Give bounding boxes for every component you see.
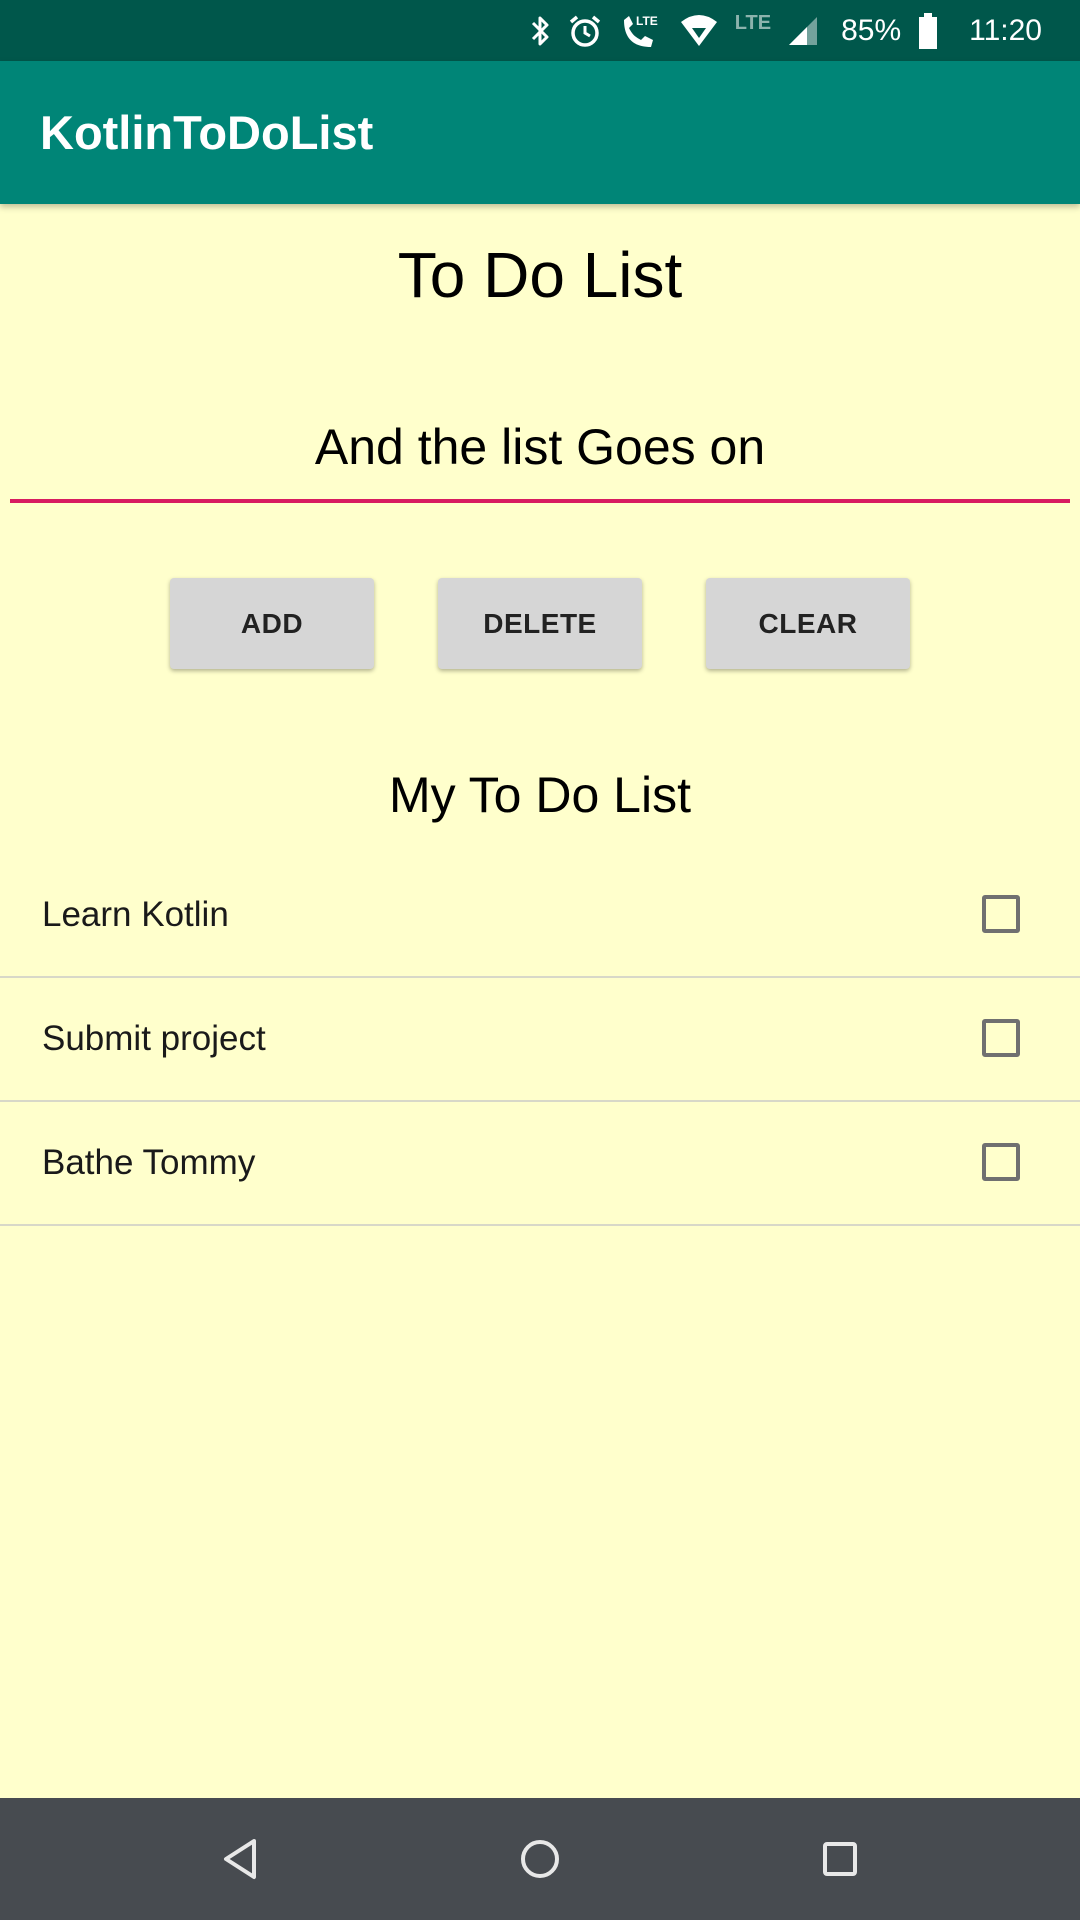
- add-button[interactable]: ADD: [170, 578, 374, 669]
- bluetooth-icon: [529, 11, 551, 51]
- list-item-checkbox[interactable]: [982, 895, 1020, 933]
- page-title: To Do List: [397, 239, 683, 311]
- app-title: KotlinToDoList: [40, 106, 374, 159]
- lte-label: LTE: [734, 12, 772, 34]
- delete-button[interactable]: DELETE: [438, 578, 642, 669]
- todo-list: Learn Kotlin Submit project Bathe Tommy: [0, 854, 1080, 1226]
- list-item-checkbox[interactable]: [982, 1143, 1020, 1181]
- alarm-icon: [567, 11, 603, 51]
- todo-input[interactable]: [10, 395, 1070, 499]
- lte-call-icon: LTE: [619, 11, 663, 51]
- battery-icon: [917, 11, 939, 51]
- back-icon[interactable]: [215, 1834, 265, 1884]
- status-time: 11:20: [969, 13, 1042, 47]
- clear-button[interactable]: CLEAR: [706, 578, 910, 669]
- list-item[interactable]: Learn Kotlin: [0, 854, 1080, 978]
- svg-text:LTE: LTE: [636, 14, 658, 28]
- recents-icon[interactable]: [815, 1834, 865, 1884]
- todo-input-container: [10, 395, 1070, 503]
- battery-percent: 85%: [841, 13, 902, 47]
- app-bar: KotlinToDoList: [0, 61, 1080, 204]
- home-icon[interactable]: [515, 1834, 565, 1884]
- status-bar: LTE LTE 85% 11:20: [0, 0, 1080, 61]
- list-item-checkbox[interactable]: [982, 1019, 1020, 1057]
- signal-icon: [787, 11, 819, 51]
- wifi-icon: [679, 11, 719, 51]
- list-item[interactable]: Submit project: [0, 978, 1080, 1102]
- lte-icon: LTE: [735, 11, 771, 51]
- list-item-label: Bathe Tommy: [42, 1143, 256, 1182]
- navigation-bar: [0, 1798, 1080, 1920]
- list-item[interactable]: Bathe Tommy: [0, 1102, 1080, 1226]
- list-item-label: Learn Kotlin: [42, 895, 229, 934]
- list-heading: My To Do List: [389, 767, 691, 823]
- list-item-label: Submit project: [42, 1019, 266, 1058]
